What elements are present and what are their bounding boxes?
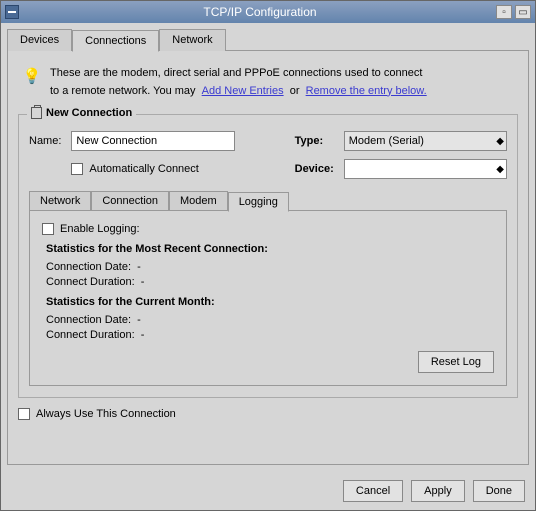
add-entries-link[interactable]: Add New Entries [202, 85, 284, 97]
info-row: 💡 These are the modem, direct serial and… [18, 61, 518, 104]
tab-devices[interactable]: Devices [7, 29, 72, 51]
titlebar: TCP/IP Configuration ▫ ▭ [1, 1, 535, 23]
inner-tabs: Network Connection Modem Logging [29, 191, 507, 211]
chevron-down-icon: ◆ [496, 164, 504, 175]
window: TCP/IP Configuration ▫ ▭ Devices Connect… [0, 0, 536, 511]
info-text: These are the modem, direct serial and P… [50, 65, 427, 100]
tab-network[interactable]: Network [159, 29, 225, 51]
auto-connect-label: Automatically Connect [89, 163, 198, 175]
innertab-logging[interactable]: Logging [228, 192, 289, 212]
trash-icon[interactable] [31, 107, 42, 119]
enable-logging-checkbox[interactable] [42, 223, 54, 235]
apply-button[interactable]: Apply [411, 480, 465, 502]
type-label: Type: [295, 135, 334, 147]
tab-body-connections: 💡 These are the modem, direct serial and… [7, 50, 529, 465]
stats-month-header: Statistics for the Current Month: [46, 296, 494, 308]
month-conn-dur-label: Connect Duration: [46, 329, 135, 341]
reset-log-button[interactable]: Reset Log [418, 351, 494, 373]
lightbulb-icon: 💡 [24, 65, 40, 87]
name-input[interactable] [71, 131, 234, 151]
remove-entry-link[interactable]: Remove the entry below. [306, 85, 427, 97]
cancel-button[interactable]: Cancel [343, 480, 403, 502]
innertab-modem[interactable]: Modem [169, 191, 228, 211]
device-label: Device: [295, 163, 334, 175]
auto-connect-checkbox[interactable] [71, 163, 83, 175]
month-conn-date-label: Connection Date: [46, 314, 131, 326]
section-title: New Connection [27, 107, 136, 119]
logging-panel: Enable Logging: Statistics for the Most … [29, 210, 507, 386]
info-or: or [290, 85, 300, 97]
recent-conn-dur-label: Connect Duration: [46, 276, 135, 288]
tab-connections[interactable]: Connections [72, 30, 159, 52]
info-line1: These are the modem, direct serial and P… [50, 67, 422, 79]
done-button[interactable]: Done [473, 480, 525, 502]
new-connection-section: New Connection Name: Type: Modem (Serial… [18, 114, 518, 398]
main-tabs: Devices Connections Network [1, 23, 535, 51]
device-combo[interactable]: ◆ [344, 159, 507, 179]
recent-conn-dur-value: - [141, 276, 145, 288]
name-label: Name: [29, 135, 61, 147]
always-use-label: Always Use This Connection [36, 408, 176, 420]
always-use-checkbox[interactable] [18, 408, 30, 420]
footer-buttons: Cancel Apply Done [1, 472, 535, 510]
window-title: TCP/IP Configuration [27, 5, 493, 19]
info-line2a: to a remote network. You may [50, 85, 196, 97]
innertab-network[interactable]: Network [29, 191, 91, 211]
month-conn-date-value: - [137, 314, 141, 326]
type-value: Modem (Serial) [349, 135, 424, 147]
month-conn-dur-value: - [141, 329, 145, 341]
type-combo[interactable]: Modem (Serial) ◆ [344, 131, 507, 151]
chevron-down-icon: ◆ [496, 136, 504, 147]
recent-conn-date-label: Connection Date: [46, 261, 131, 273]
minimize-button[interactable]: ▫ [496, 5, 512, 19]
window-menu-icon[interactable] [5, 5, 19, 19]
stats-recent-header: Statistics for the Most Recent Connectio… [46, 243, 494, 255]
maximize-button[interactable]: ▭ [515, 5, 531, 19]
innertab-connection[interactable]: Connection [91, 191, 169, 211]
section-title-text: New Connection [46, 107, 132, 119]
enable-logging-label: Enable Logging: [60, 223, 140, 235]
recent-conn-date-value: - [137, 261, 141, 273]
